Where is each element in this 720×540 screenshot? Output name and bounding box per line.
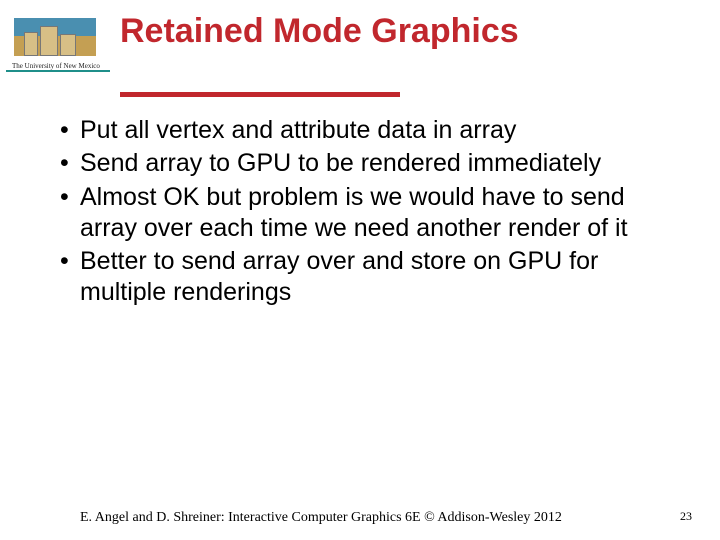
logo-ground xyxy=(14,36,96,56)
page-number: 23 xyxy=(680,509,692,524)
logo-illustration xyxy=(14,18,96,56)
bullet-text: Send array to GPU to be rendered immedia… xyxy=(80,149,601,177)
bullet-dot-icon: • xyxy=(60,115,69,146)
university-logo: The University of New Mexico xyxy=(14,10,96,70)
bullet-item: • Put all vertex and attribute data in a… xyxy=(60,115,680,146)
logo-caption: The University of New Mexico xyxy=(12,62,110,70)
slide: The University of New Mexico Retained Mo… xyxy=(0,0,720,540)
bullet-text: Almost OK but problem is we would have t… xyxy=(80,183,628,242)
title-underline xyxy=(120,92,400,97)
slide-footer: E. Angel and D. Shreiner: Interactive Co… xyxy=(0,506,720,526)
bullet-item: • Send array to GPU to be rendered immed… xyxy=(60,148,680,179)
logo-building-b xyxy=(40,26,58,56)
logo-building-c xyxy=(60,34,76,56)
bullet-dot-icon: • xyxy=(60,148,69,179)
footer-attribution: E. Angel and D. Shreiner: Interactive Co… xyxy=(80,510,562,526)
logo-underline xyxy=(6,70,110,72)
slide-title: Retained Mode Graphics xyxy=(120,12,519,51)
logo-building-a xyxy=(24,32,38,56)
bullet-text: Better to send array over and store on G… xyxy=(80,247,598,306)
bullet-dot-icon: • xyxy=(60,182,69,213)
slide-body: • Put all vertex and attribute data in a… xyxy=(60,115,680,311)
bullet-item: • Better to send array over and store on… xyxy=(60,246,680,309)
bullet-item: • Almost OK but problem is we would have… xyxy=(60,182,680,245)
slide-header: The University of New Mexico Retained Mo… xyxy=(0,0,720,101)
bullet-dot-icon: • xyxy=(60,246,69,277)
bullet-text: Put all vertex and attribute data in arr… xyxy=(80,116,516,144)
